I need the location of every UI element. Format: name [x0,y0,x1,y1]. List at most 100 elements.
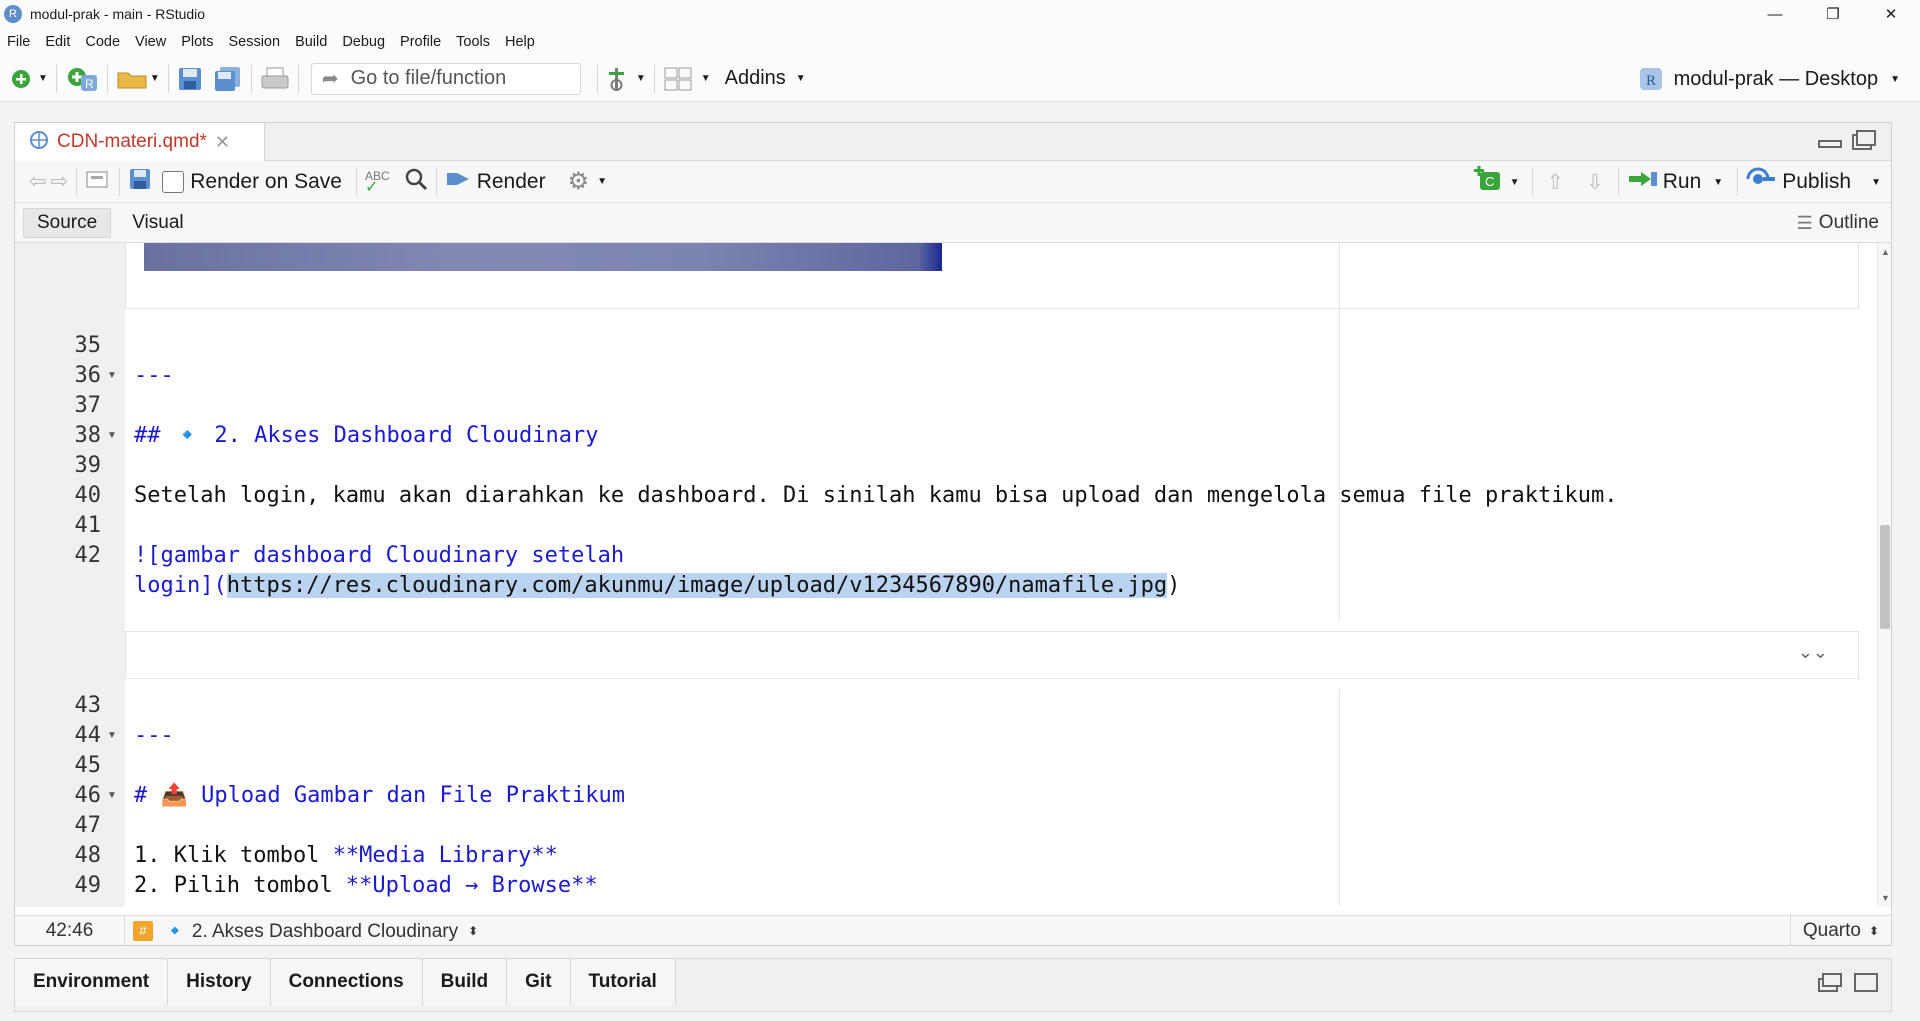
render-button[interactable]: Render [477,170,546,194]
section-nav[interactable]: 🔹 2. Akses Dashboard Cloudinary [163,919,458,943]
line-number: 48 [74,843,102,868]
save-all-icon[interactable] [213,65,243,93]
settings-gear-icon[interactable]: ⚙ [568,167,590,196]
menu-build[interactable]: Build [295,34,327,50]
tab-environment[interactable]: Environment [15,959,169,1005]
save-icon[interactable] [177,66,203,92]
code-text: ) [1167,573,1181,598]
chevron-down-icon[interactable]: ▼ [150,73,160,84]
chunk-output: ⌄⌄ [125,631,1859,679]
menu-profile[interactable]: Profile [400,34,441,50]
chevron-down-icon[interactable]: ▼ [636,73,646,84]
menu-view[interactable]: View [135,34,166,50]
code-text: 2. Pilih tombol [134,873,346,898]
minimize-pane-icon[interactable] [1817,129,1843,151]
show-in-window-icon[interactable] [85,168,111,196]
insert-chunk-icon[interactable]: C [1473,166,1504,198]
line-number: 44 [74,723,102,748]
forward-icon[interactable]: ⇨ [51,169,69,194]
quarto-file-icon [29,130,49,154]
go-to-file-input[interactable]: ➦ Go to file/function [310,62,581,95]
chevron-down-icon[interactable]: ▼ [597,176,607,187]
run-button[interactable]: Run [1663,170,1702,194]
editor-pane: CDN-materi.qmd* ✕ ⇦ ⇨ Render on Save ABC… [14,122,1892,946]
fold-arrow-icon[interactable]: ▼ [107,730,117,741]
menu-session[interactable]: Session [228,34,280,50]
document-tabs: CDN-materi.qmd* ✕ [15,123,1891,161]
editor-scrollbar[interactable]: ▲ ▼ [1877,243,1891,907]
menu-tools[interactable]: Tools [456,34,490,50]
chevron-down-icon[interactable]: ▼ [701,73,711,84]
publish-button[interactable]: Publish [1782,170,1851,194]
fold-arrow-icon[interactable]: ▼ [107,370,117,381]
menu-help[interactable]: Help [505,34,535,50]
new-file-icon[interactable] [10,68,32,90]
arrow-down-icon[interactable]: ⇩ [1586,170,1604,195]
maximize-pane-icon[interactable] [1853,971,1879,993]
source-mode-button[interactable]: Source [23,207,112,238]
file-type-selector[interactable]: Quarto ⬍ [1789,916,1891,946]
run-icon[interactable] [1627,169,1659,195]
menu-file[interactable]: File [7,34,30,50]
back-icon[interactable]: ⇦ [29,169,47,194]
scrollbar-thumb[interactable] [1880,525,1890,629]
tab-cdn-materi[interactable]: CDN-materi.qmd* ✕ [15,123,265,161]
fold-arrow-icon[interactable]: ▼ [107,790,117,801]
menu-code[interactable]: Code [85,34,120,50]
tab-history[interactable]: History [168,959,271,1005]
tab-tutorial[interactable]: Tutorial [570,959,676,1005]
chevron-down-icon[interactable]: ▼ [796,73,806,84]
fold-arrow-icon[interactable]: ▼ [107,430,117,441]
save-icon[interactable] [128,167,152,197]
render-on-save-checkbox[interactable] [162,170,185,193]
project-menu[interactable]: R modul-prak — Desktop ▼ [1638,56,1900,102]
code-line: 1. Klik tombol **Media Library** [134,843,558,868]
chevron-down-icon[interactable]: ▼ [38,73,48,84]
menu-edit[interactable]: Edit [45,34,70,50]
editor-toolbar: ⇦ ⇨ Render on Save ABC✓ Render ⚙ ▼ C ▼ [15,161,1891,203]
scroll-down-icon[interactable]: ▼ [1881,893,1890,903]
code-line: --- [134,363,174,388]
arrow-up-icon[interactable]: ⇧ [1547,170,1565,195]
scroll-up-icon[interactable]: ▲ [1881,247,1890,257]
tab-git[interactable]: Git [507,959,571,1005]
tab-connections[interactable]: Connections [270,959,423,1005]
project-name: modul-prak — Desktop [1673,67,1879,90]
outline-button[interactable]: ☰ Outline [1797,203,1879,243]
visual-mode-button[interactable]: Visual [119,208,196,238]
line-number: 35 [74,333,102,358]
editor-status-bar: 42:46 # 🔹 2. Akses Dashboard Cloudinary … [15,915,1891,946]
collapse-output-icon[interactable]: ⌄⌄ [1798,642,1828,663]
restore-button[interactable]: ❐ [1804,0,1862,28]
chevron-down-icon[interactable]: ▼ [1871,177,1881,188]
code-line-image-link-cont: login](https://res.cloudinary.com/akunmu… [134,573,1180,598]
menu-debug[interactable]: Debug [342,34,385,50]
line-number: 45 [74,753,102,778]
code-line-heading: ## 🔹 2. Akses Dashboard Cloudinary [134,423,599,448]
restore-pane-icon[interactable] [1817,971,1843,993]
version-control-icon[interactable] [606,66,628,92]
go-to-file-label: Go to file/function [350,67,507,89]
chevron-down-icon[interactable]: ▼ [1713,177,1723,188]
minimize-button[interactable]: — [1746,0,1804,28]
file-type-label: Quarto [1802,920,1861,941]
open-folder-icon[interactable] [116,67,150,91]
pane-layout-icon[interactable] [663,66,693,92]
render-icon[interactable] [445,169,471,195]
publish-icon[interactable] [1746,167,1776,197]
tab-build[interactable]: Build [422,959,508,1005]
main-toolbar: ▼ R ▼ ➦ Go to file/function ▼ ▼ Addins ▼… [0,56,1920,102]
close-tab-icon[interactable]: ✕ [215,132,230,153]
code-editor[interactable]: 35 36 ▼ 37 38 ▼ 39 40 41 42 43 44 ▼ 45 4… [15,243,1879,907]
spellcheck-icon[interactable]: ABC ✓ [365,170,390,196]
addins-menu[interactable]: Addins [725,67,786,90]
search-icon[interactable] [404,167,428,197]
new-project-icon[interactable]: R [65,65,99,93]
chevron-down-icon: ▼ [1890,73,1900,85]
close-button[interactable]: ✕ [1862,0,1920,28]
print-icon[interactable] [260,66,290,92]
menu-plots[interactable]: Plots [181,34,213,50]
maximize-pane-icon[interactable] [1851,129,1877,151]
code-text: 1. Klik tombol [134,843,333,868]
chevron-down-icon[interactable]: ▼ [1510,177,1520,188]
